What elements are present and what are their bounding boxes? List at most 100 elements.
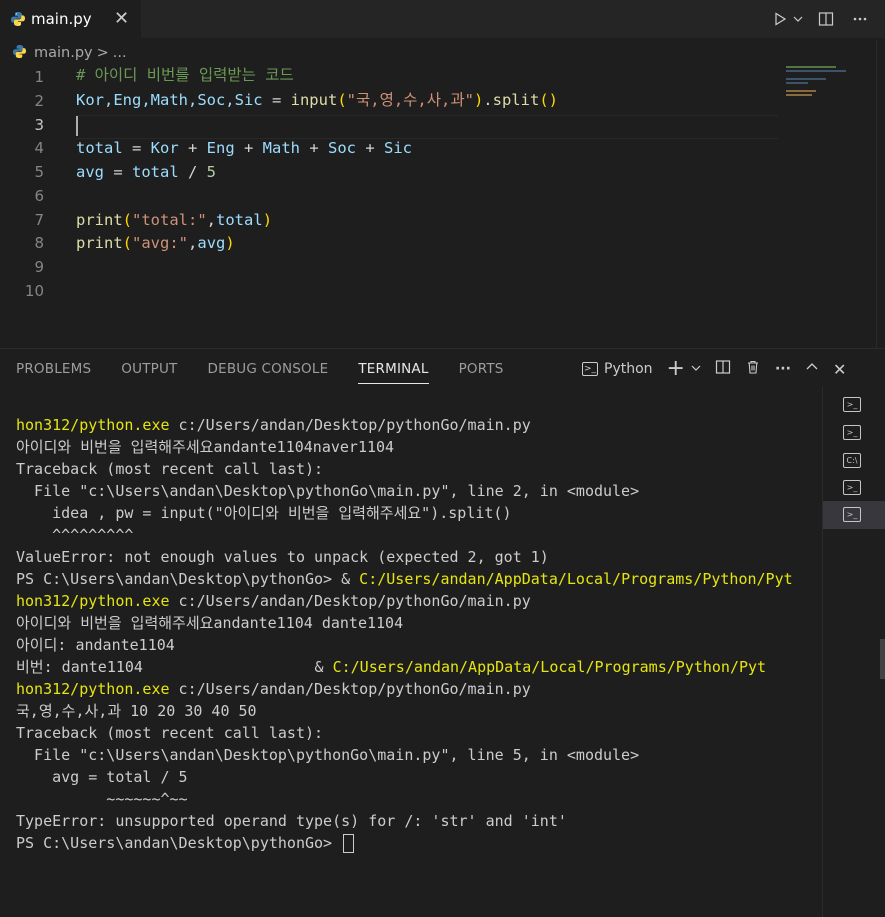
terminal-instance-icon[interactable]: >_	[843, 425, 861, 440]
token: "total:"	[132, 211, 207, 229]
terminal-line: 비번: dante1104 & C:/Users/andan/AppData/L…	[16, 656, 822, 678]
token: ()	[539, 91, 558, 109]
run-python-button[interactable]	[769, 8, 791, 30]
token: total	[216, 211, 263, 229]
terminal-line: File "c:\Users\andan\Desktop\pythonGo\ma…	[16, 482, 640, 500]
more-actions-button[interactable]	[849, 8, 871, 30]
bottom-panel: PROBLEMS OUTPUT DEBUG CONSOLE TERMINAL P…	[0, 348, 885, 917]
line-number: 6	[34, 187, 44, 205]
code-line-7: print("total:",total)	[76, 209, 272, 232]
token: Kor,Eng,Math,Soc,Sic	[76, 91, 263, 109]
path-text: hon312/python.exe	[16, 592, 170, 610]
token: avg	[76, 163, 104, 181]
launch-profile-chevron-icon[interactable]	[691, 361, 701, 377]
arg-text: c:/Users/andan/Desktop/pythonGo/main.py	[169, 416, 531, 434]
terminal-line: 아이디와 비번을 입력해주세요andante1104naver1104	[16, 438, 395, 456]
path-text: hon312/python.exe	[16, 416, 170, 434]
token: Sic	[384, 139, 412, 157]
terminal-prompt-line: PS C:\Users\andan\Desktop\pythonGo>	[16, 832, 822, 854]
token: .	[483, 91, 493, 109]
editor-actions	[769, 8, 871, 30]
kill-terminal-trash-icon[interactable]	[745, 359, 761, 379]
editor-scrollbar[interactable]	[876, 40, 885, 348]
tab-terminal[interactable]: TERMINAL	[358, 361, 429, 384]
token: +	[178, 139, 207, 157]
path-text: C:/Users/andan/AppData/Local/Programs/Py…	[359, 570, 793, 588]
breadcrumb: main.py > ...	[0, 40, 885, 66]
close-tab-icon[interactable]: ✕	[114, 8, 129, 29]
tab-debug-console[interactable]: DEBUG CONSOLE	[208, 361, 329, 384]
token: (	[122, 211, 133, 229]
new-terminal-plus-icon[interactable]: +	[667, 358, 685, 380]
terminal-selector[interactable]: >_ Python	[582, 361, 653, 377]
token: Math	[262, 139, 300, 157]
split-terminal-icon[interactable]	[715, 359, 731, 379]
split-editor-button[interactable]	[815, 8, 837, 30]
breadcrumb-chevron-icon: >	[96, 45, 109, 61]
terminal-instance-icon[interactable]: >_	[843, 480, 861, 495]
token: ,	[206, 211, 217, 229]
token: +	[356, 139, 384, 157]
terminal-instance-icon[interactable]: >_	[843, 397, 861, 412]
token: )	[225, 234, 235, 252]
terminal-line: Traceback (most recent call last):	[16, 724, 324, 742]
token: total	[76, 139, 123, 157]
maximize-panel-icon[interactable]	[805, 360, 819, 378]
terminal-line: ~~~~~~^~~	[16, 790, 188, 808]
terminal-line: Traceback (most recent call last):	[16, 460, 324, 478]
terminal-tabs-list: >_ >_ C:\ >_ >_	[822, 387, 885, 917]
prompt-text: PS C:\Users\andan\Desktop\pythonGo> &	[16, 570, 360, 588]
arg-text: c:/Users/andan/Desktop/pythonGo/main.py	[169, 680, 531, 698]
tab-main-py[interactable]: main.py ✕	[0, 0, 141, 38]
line-number: 5	[34, 163, 44, 181]
tab-ports[interactable]: PORTS	[459, 361, 504, 384]
tab-label: main.py	[31, 10, 92, 28]
terminal-scrollbar[interactable]	[880, 639, 885, 679]
terminal-output[interactable]: hon312/python.exe c:/Users/andan/Desktop…	[16, 414, 822, 914]
token: (	[337, 91, 347, 109]
token: =	[122, 139, 151, 157]
terminal-line: idea , pw = input("아이디와 비번을 입력해주세요").spl…	[16, 504, 512, 522]
terminal-line: hon312/python.exe c:/Users/andan/Desktop…	[16, 678, 822, 700]
terminal-line: TypeError: unsupported operand type(s) f…	[16, 812, 567, 830]
token: total	[132, 163, 179, 181]
code-line-8: print("avg:",avg)	[76, 232, 235, 255]
line-number: 4	[34, 139, 44, 157]
token: ,	[188, 234, 198, 252]
code-editor[interactable]: 1 2 3 4 5 6 7 8 9 10 # 아이디 비번를 입력받는 코드 K…	[0, 66, 885, 348]
arg-text: c:/Users/andan/Desktop/pythonGo/main.py	[169, 592, 531, 610]
comment: # 아이디 비번를 입력받는 코드	[76, 66, 294, 84]
run-dropdown-chevron-icon[interactable]	[793, 8, 803, 30]
token: +	[234, 139, 263, 157]
line-number: 2	[34, 92, 44, 110]
token: Soc	[328, 139, 356, 157]
token: input	[290, 91, 338, 109]
terminal-line: avg = total / 5	[16, 768, 188, 786]
token: avg	[197, 234, 226, 252]
more-ellipsis-icon[interactable]: ···	[775, 361, 791, 377]
token: 5	[206, 163, 217, 181]
tab-problems[interactable]: PROBLEMS	[16, 361, 91, 384]
close-panel-icon[interactable]: ✕	[833, 360, 846, 379]
token: )	[473, 91, 484, 109]
terminal-line: hon312/python.exe c:/Users/andan/Desktop…	[16, 414, 822, 436]
terminal-line: PS C:\Users\andan\Desktop\pythonGo> & C:…	[16, 568, 822, 590]
code-line-4: total = Kor + Eng + Math + Soc + Sic	[76, 137, 412, 160]
token: +	[300, 139, 328, 157]
line-number: 1	[34, 68, 44, 86]
line-number: 3	[34, 116, 44, 134]
cmd-terminal-icon[interactable]: C:\	[843, 453, 861, 468]
code-line-2: Kor,Eng,Math,Soc,Sic = input("국,영,수,사,과"…	[76, 89, 558, 112]
breadcrumb-file[interactable]: main.py	[34, 45, 93, 61]
token: "국,영,수,사,과"	[346, 91, 474, 109]
minimap[interactable]	[786, 66, 856, 106]
terminal-instance-icon[interactable]: >_	[843, 507, 861, 522]
line-number: 10	[24, 282, 44, 300]
code-line-1: # 아이디 비번를 입력받는 코드	[76, 64, 294, 87]
tab-output[interactable]: OUTPUT	[121, 361, 177, 384]
terminal-cursor	[343, 834, 355, 853]
token: print	[76, 211, 123, 229]
terminal-line: 아이디와 비번을 입력해주세요andante1104 dante1104	[16, 614, 404, 632]
breadcrumb-more[interactable]: ...	[113, 45, 127, 61]
terminal-line: 국,영,수,사,과 10 20 30 40 50	[16, 702, 257, 720]
